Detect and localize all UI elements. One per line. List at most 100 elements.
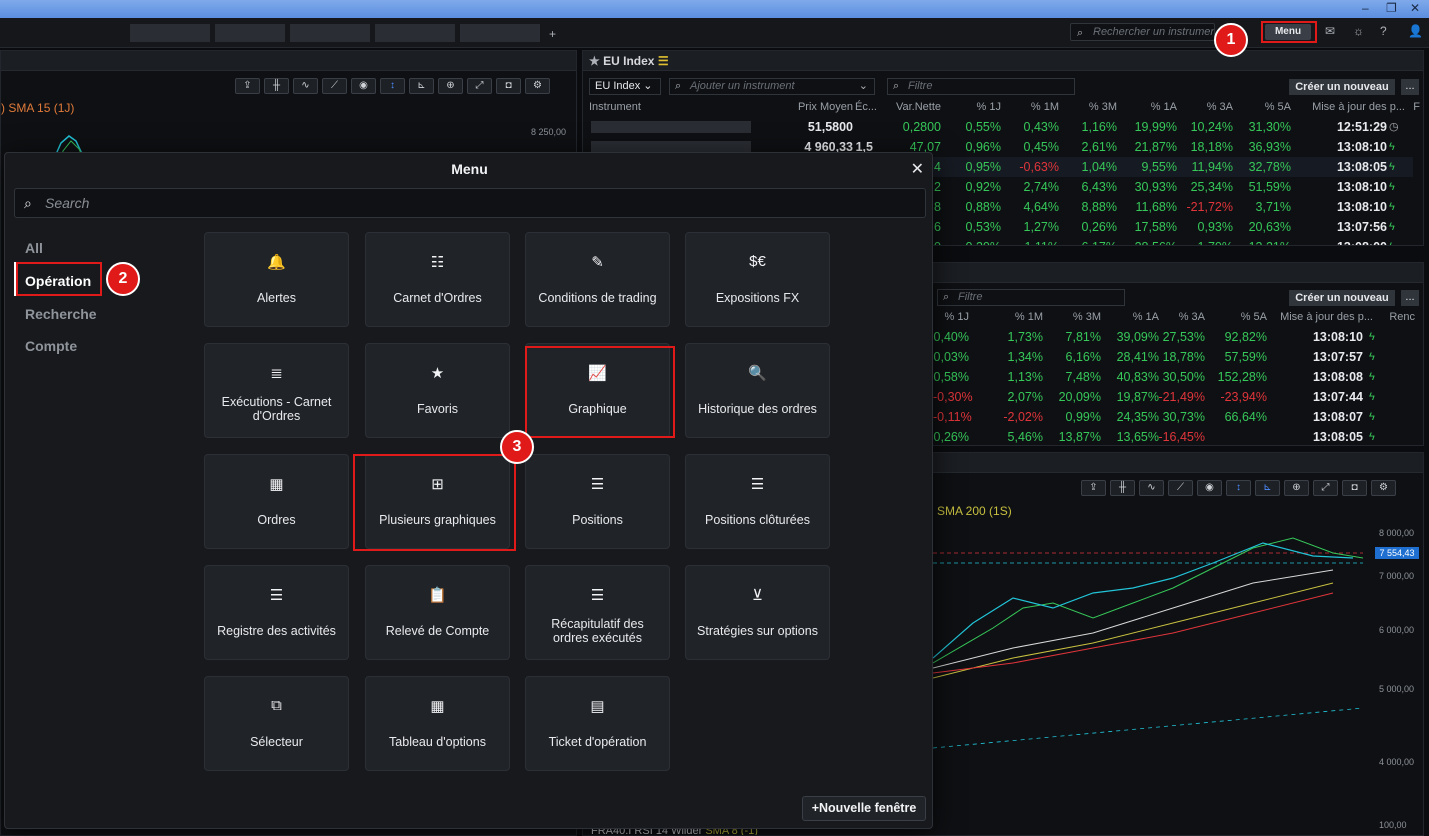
create-new-button[interactable]: Créer un nouveau [1289, 79, 1395, 95]
zoom-icon[interactable]: ⊕ [1284, 480, 1309, 496]
workspace-tab[interactable] [130, 24, 210, 42]
table-cell: -23,94% [1220, 390, 1267, 404]
column-header[interactable]: % 1M [987, 309, 1043, 325]
crosshair-icon[interactable]: ↕ [1226, 480, 1251, 496]
column-header[interactable]: % 5A [1209, 309, 1267, 325]
category-all[interactable]: All [25, 240, 43, 256]
user-icon[interactable]: 👤 [1408, 24, 1423, 38]
table-cell: 2,74% [1023, 180, 1059, 194]
column-header[interactable]: % 1M [1003, 99, 1059, 115]
close-window-icon[interactable]: ✕ [1410, 1, 1420, 15]
share-icon[interactable]: ⇪ [1081, 480, 1106, 496]
candles-icon[interactable]: ╫ [1110, 480, 1135, 496]
star-icon[interactable]: ★ [589, 54, 600, 68]
menu-tile-favoris[interactable]: ★ Favoris [365, 343, 510, 438]
column-header[interactable]: % 1J [933, 309, 969, 325]
share-icon[interactable]: ⇪ [235, 78, 260, 94]
draw-line-icon[interactable]: ⟋ [322, 78, 347, 94]
menu-tile-s-lecteur[interactable]: ⧉ Sélecteur [204, 676, 349, 771]
close-icon[interactable]: ✕ [911, 159, 924, 179]
menu-tile-conditions-de-trading[interactable]: ✎ Conditions de trading [525, 232, 670, 327]
menu-tile-ex-cutions-carnet-d-ordres[interactable]: ≣ Exécutions - Carnet d'Ordres [204, 343, 349, 438]
candles-icon[interactable]: ╫ [264, 78, 289, 94]
create-new-button[interactable]: Créer un nouveau [1289, 290, 1395, 306]
fullscreen-icon[interactable]: ⤢ [467, 78, 492, 94]
lightning-icon: ϟ [1369, 331, 1375, 343]
category-compte[interactable]: Compte [25, 338, 77, 354]
hamburger-icon[interactable]: ☰ [658, 54, 669, 68]
column-header[interactable]: Mise à jour des p... [1273, 309, 1373, 325]
menu-search[interactable]: ⌕ [14, 188, 926, 218]
column-header[interactable]: Éc... [849, 99, 877, 115]
column-header[interactable]: F [1408, 99, 1420, 115]
menu-tile-alertes[interactable]: 🔔 Alertes [204, 232, 349, 327]
column-header[interactable]: % 5A [1235, 99, 1291, 115]
indicator-icon[interactable]: ∿ [1139, 480, 1164, 496]
menu-tile-relev-de-compte[interactable]: 📋 Relevé de Compte [365, 565, 510, 660]
workspace-tab[interactable] [375, 24, 455, 42]
table-cell: 13:07:57 [1312, 350, 1363, 364]
eye-icon[interactable]: ◉ [1197, 480, 1222, 496]
menu-tile-historique-des-ordres[interactable]: 🔍 Historique des ordres [685, 343, 830, 438]
column-header[interactable]: Var.Nette [883, 99, 941, 115]
new-window-button[interactable]: +Nouvelle fenêtre [802, 796, 926, 821]
compare-icon[interactable]: ⊾ [1255, 480, 1280, 496]
workspace-tab[interactable] [460, 24, 540, 42]
settings-icon[interactable]: ⚙ [525, 78, 550, 94]
eye-icon[interactable]: ◉ [351, 78, 376, 94]
draw-line-icon[interactable]: ⟋ [1168, 480, 1193, 496]
table-cell: 7,48% [1065, 370, 1101, 384]
settings-icon[interactable]: ⚙ [1371, 480, 1396, 496]
category-recherche[interactable]: Recherche [25, 306, 97, 322]
lightbulb-icon[interactable]: ☼ [1353, 24, 1364, 38]
menu-tile-positions[interactable]: ☰ Positions [525, 454, 670, 549]
minimize-icon[interactable]: – [1362, 1, 1369, 15]
compare-icon[interactable]: ⊾ [409, 78, 434, 94]
menu-tile-carnet-d-ordres[interactable]: ☷ Carnet d'Ordres [365, 232, 510, 327]
menu-tile-tableau-d-options[interactable]: ▦ Tableau d'options [365, 676, 510, 771]
help-icon[interactable]: ? [1380, 24, 1387, 38]
zoom-icon[interactable]: ⊕ [438, 78, 463, 94]
camera-icon[interactable]: ◘ [496, 78, 521, 94]
column-header[interactable]: Mise à jour des p... [1295, 99, 1405, 115]
menu-tile-registre-des-activit-s[interactable]: ☰ Registre des activités [204, 565, 349, 660]
add-instrument-input[interactable]: ⌕ Ajouter un instrument ⌄ [669, 78, 875, 95]
menu-tile-positions-cl-tur-es[interactable]: ☰ Positions clôturées [685, 454, 830, 549]
column-header[interactable]: % 3A [1149, 309, 1205, 325]
menu-tile-expositions-fx[interactable]: $€ Expositions FX [685, 232, 830, 327]
indicator-icon[interactable]: ∿ [293, 78, 318, 94]
column-header[interactable]: % 1J [945, 99, 1001, 115]
instrument-search-input[interactable]: ⌕ Rechercher un instrument [1070, 23, 1215, 41]
filter-input[interactable]: ⌕ Filtre [937, 289, 1125, 306]
crosshair-icon[interactable]: ↕ [380, 78, 405, 94]
menu-tile-strat-gies-sur-options[interactable]: ⊻ Stratégies sur options [685, 565, 830, 660]
table-row[interactable]: 51,5800 0,2800 0,55% 0,43% 1,16% 19,99% 10,24%… [583, 117, 1413, 137]
column-header[interactable]: Renc [1385, 309, 1415, 325]
menu-tile-ticket-d-op-ration[interactable]: ▤ Ticket d'opération [525, 676, 670, 771]
column-header[interactable]: Prix Moyen [769, 99, 853, 115]
mail-icon[interactable]: ✉ [1325, 24, 1335, 38]
column-header[interactable]: % 3A [1179, 99, 1233, 115]
menu-tile-ordres[interactable]: ▦ Ordres [204, 454, 349, 549]
table-cell: 6,16% [1065, 350, 1101, 364]
table-cell: 8,88% [1081, 200, 1117, 214]
column-header[interactable]: % 1A [1119, 99, 1177, 115]
table-cell: 20,09% [1058, 390, 1101, 404]
list-selector[interactable]: EU Index ⌄ [589, 78, 661, 95]
workspace-tab[interactable] [290, 24, 370, 42]
column-header[interactable]: Instrument [589, 99, 759, 115]
menu-tile-r-capitulatif-des-ordres-ex-cut-s[interactable]: ☰ Récapitulatif des ordres exécutés [525, 565, 670, 660]
column-header[interactable]: % 3M [1061, 99, 1117, 115]
add-tab-button[interactable]: + [549, 27, 556, 41]
fullscreen-icon[interactable]: ⤢ [1313, 480, 1338, 496]
restore-icon[interactable]: ❐ [1386, 1, 1397, 15]
menu-search-input[interactable] [45, 193, 905, 213]
more-button[interactable]: ... [1401, 79, 1419, 95]
table-cell: 1,70% [1179, 237, 1233, 245]
column-header[interactable]: % 3M [1045, 309, 1101, 325]
table-cell: 0,43% [1023, 120, 1059, 134]
workspace-tab[interactable] [215, 24, 285, 42]
filter-input[interactable]: ⌕ Filtre [887, 78, 1075, 95]
more-button[interactable]: ... [1401, 290, 1419, 306]
camera-icon[interactable]: ◘ [1342, 480, 1367, 496]
